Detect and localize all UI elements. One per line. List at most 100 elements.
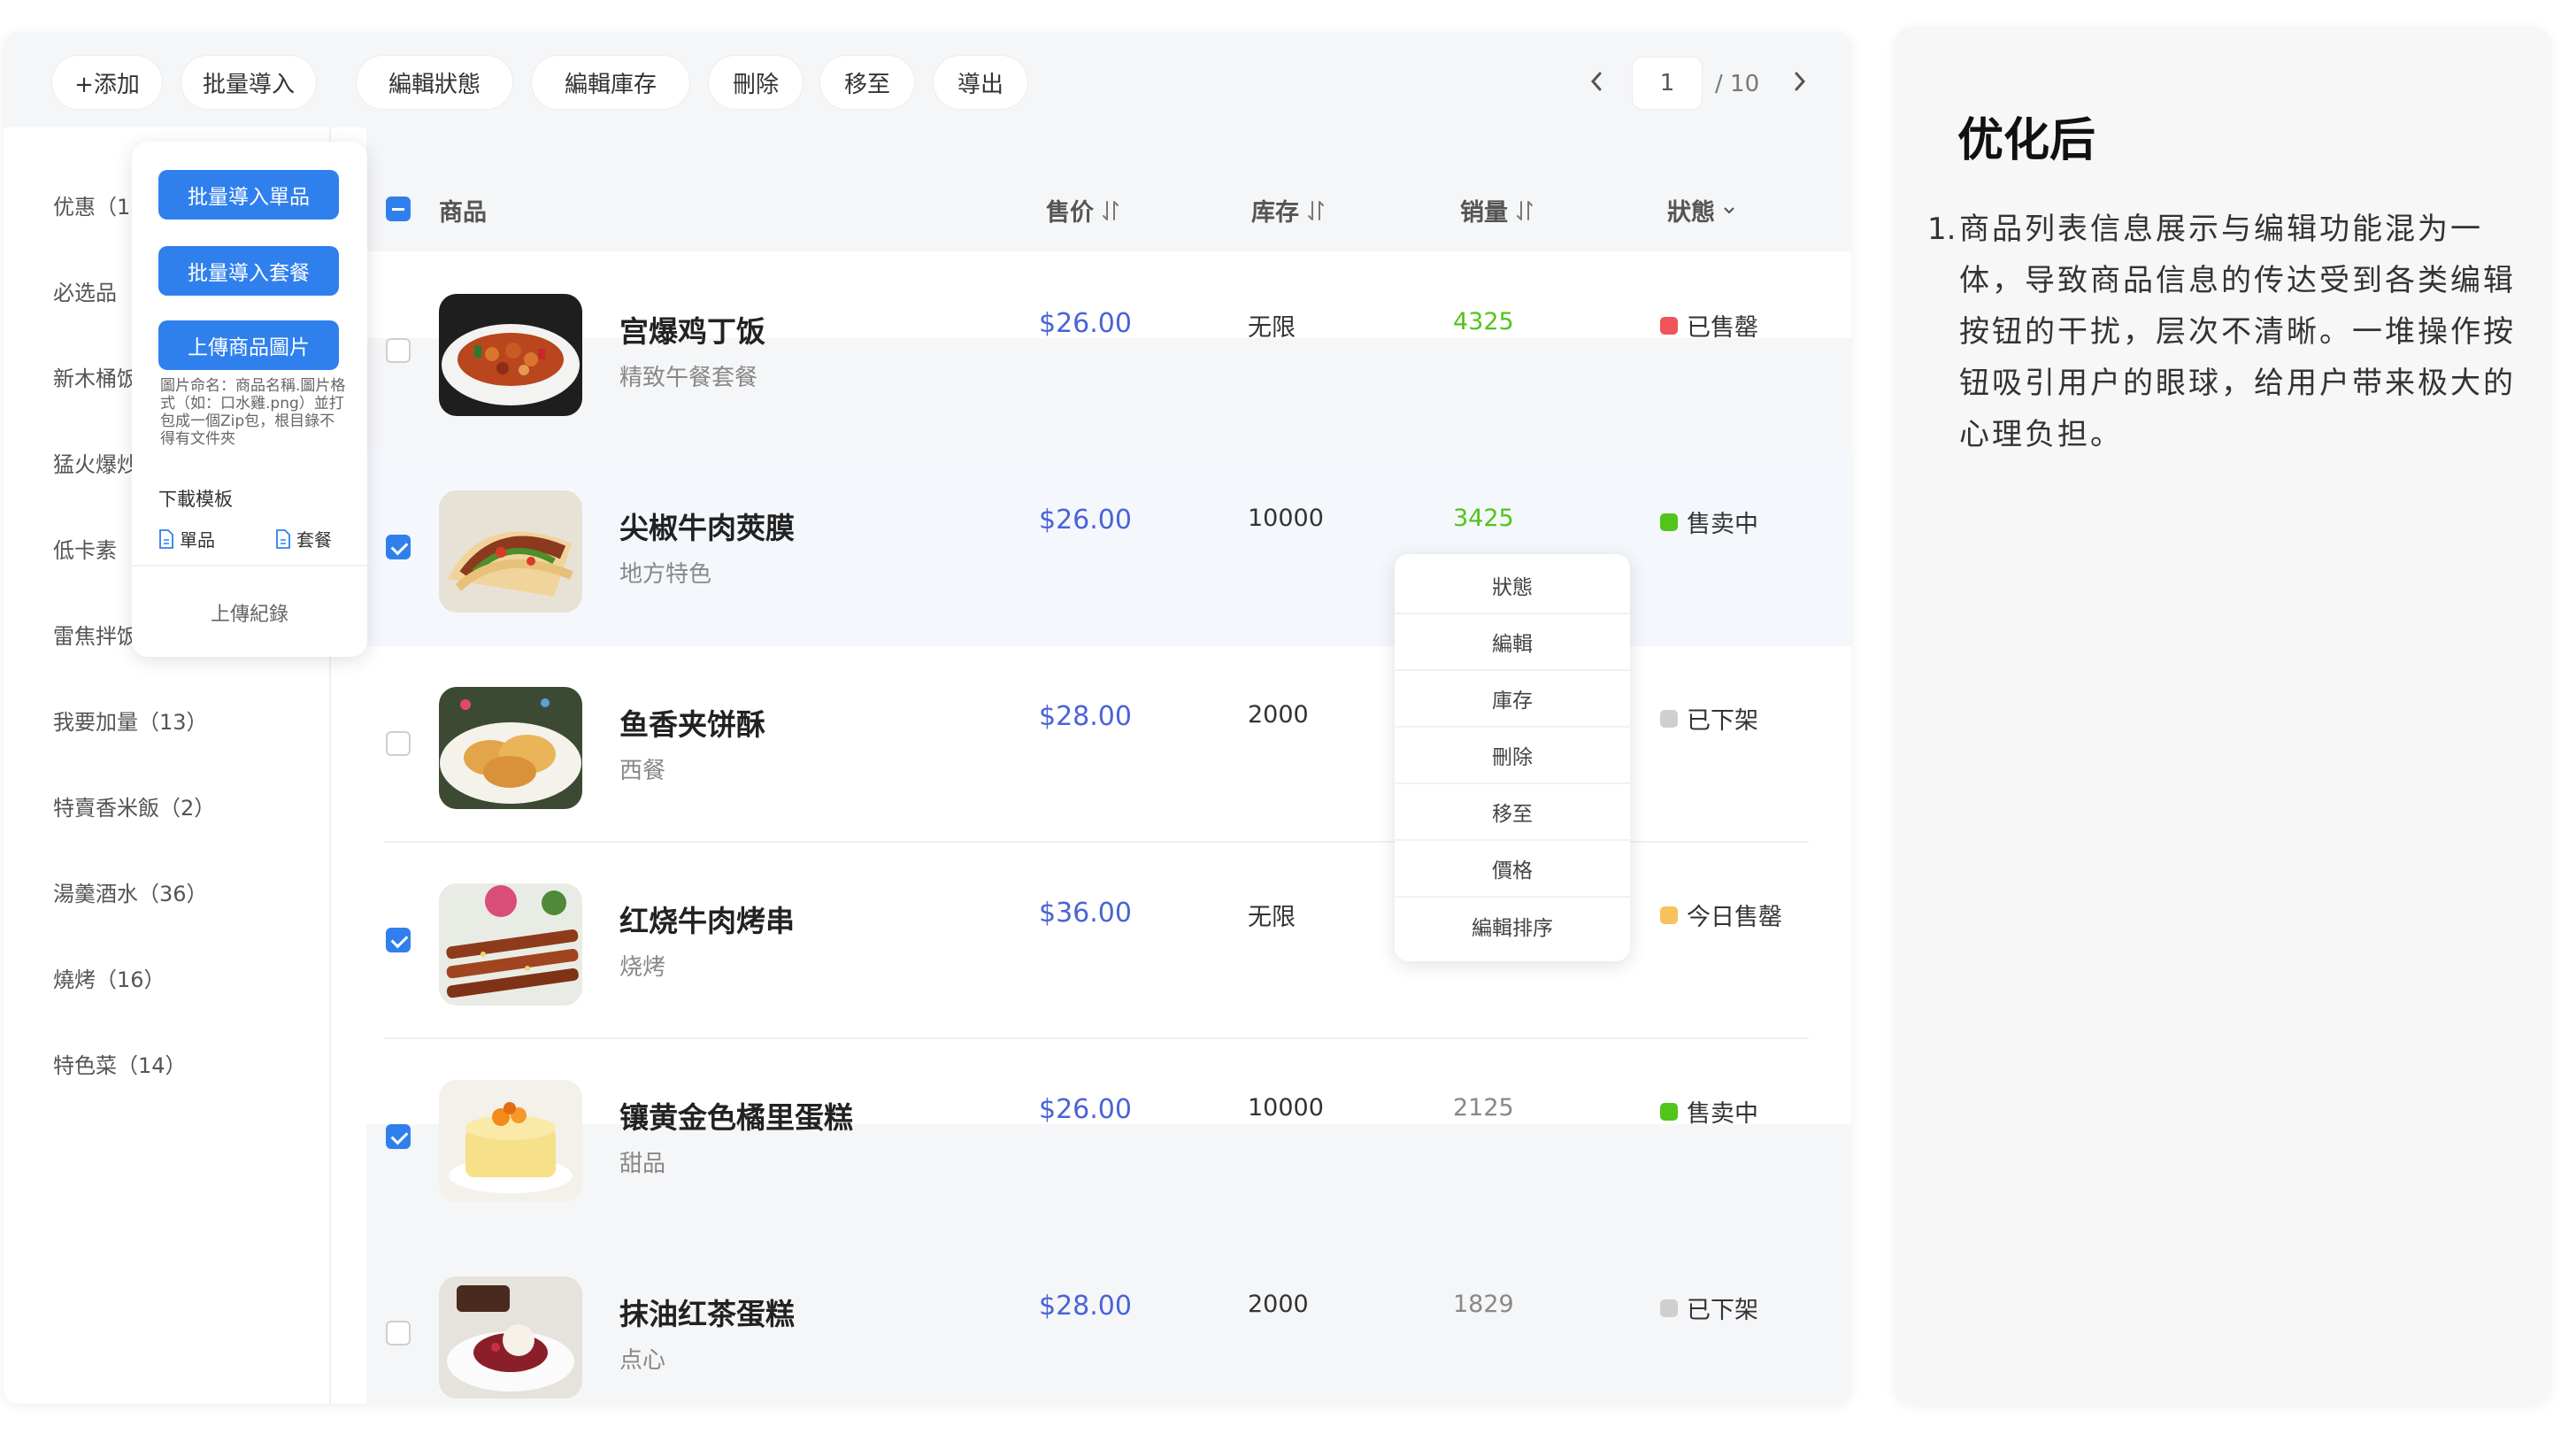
- menu-item-move[interactable]: 移至: [1395, 784, 1630, 841]
- note-number: 1.: [1927, 212, 1957, 247]
- row-checkbox[interactable]: [386, 535, 411, 559]
- file-label: 單品: [180, 529, 215, 551]
- product-image: [439, 490, 582, 613]
- category-item[interactable]: 燒烤（16）: [53, 962, 165, 993]
- note-title: 优化后: [1957, 114, 2096, 167]
- row-checkbox[interactable]: [386, 1321, 411, 1345]
- select-all-checkbox[interactable]: [386, 197, 411, 221]
- add-button[interactable]: +添加: [51, 55, 163, 110]
- menu-item-status[interactable]: 狀態: [1395, 558, 1630, 614]
- category-item[interactable]: 湯羹酒水（36）: [53, 876, 208, 907]
- product-name: 镶黄金色橘里蛋糕: [619, 1100, 853, 1135]
- prev-page-button[interactable]: [1579, 64, 1614, 99]
- chevron-right-icon: [1795, 72, 1806, 91]
- status-badge: 已售罄: [1660, 308, 1758, 343]
- category-item[interactable]: 特賣香米飯（2）: [53, 790, 215, 821]
- product-stock: 2000: [1248, 1291, 1309, 1318]
- column-price[interactable]: 售价: [1046, 193, 1120, 227]
- column-product: 商品: [439, 199, 487, 227]
- row-action-menu: 狀態 編輯 庫存 刪除 移至 價格 編輯排序: [1395, 554, 1630, 961]
- note-text: 商品列表信息展示与编辑功能混为一体，导致商品信息的传达受到各类编辑按钮的干扰，层…: [1959, 212, 2516, 452]
- table-row[interactable]: 宫爆鸡丁饭 精致午餐套餐 $26.00 无限 4325 已售罄: [366, 253, 1851, 450]
- product-name: 鱼香夹饼酥: [619, 707, 765, 742]
- page-number-input[interactable]: 1: [1632, 57, 1703, 110]
- product-name: 宫爆鸡丁饭: [619, 314, 765, 349]
- product-category: 西餐: [619, 758, 666, 784]
- menu-item-sort[interactable]: 編輯排序: [1395, 898, 1630, 954]
- upload-record-link[interactable]: 上傳紀錄: [132, 598, 367, 627]
- status-badge: 今日售罄: [1660, 898, 1782, 932]
- product-image: [439, 1276, 582, 1399]
- product-category: 点心: [619, 1347, 666, 1374]
- download-single-template[interactable]: 單品: [158, 526, 215, 551]
- column-sales[interactable]: 销量: [1460, 193, 1534, 227]
- download-combo-template[interactable]: 套餐: [275, 526, 332, 551]
- product-sales: 2125: [1453, 1094, 1514, 1122]
- product-category: 烧烤: [619, 954, 666, 981]
- category-item[interactable]: 特色菜（14）: [53, 1048, 187, 1079]
- divider: [132, 565, 367, 567]
- product-sales: 4325: [1453, 308, 1514, 335]
- product-category: 甜品: [619, 1151, 666, 1177]
- import-single-button[interactable]: 批量導入單品: [158, 170, 339, 220]
- template-label: 下載模板: [158, 489, 233, 510]
- column-stock[interactable]: 库存: [1251, 193, 1326, 227]
- upload-image-button[interactable]: 上傳商品圖片: [158, 320, 339, 370]
- product-name: 红烧牛肉烤串: [619, 904, 795, 938]
- row-checkbox[interactable]: [386, 928, 411, 952]
- status-dot: [1660, 316, 1678, 335]
- menu-item-edit[interactable]: 編輯: [1395, 614, 1630, 671]
- toolbar: +添加 批量導入 編輯狀態 編輯庫存 刪除 移至 導出 1 / 10: [4, 32, 1851, 127]
- status-dot: [1660, 709, 1678, 728]
- status-dot: [1660, 906, 1678, 924]
- table-row[interactable]: 抹油红茶蛋糕 点心 $28.00 2000 1829 已下架: [366, 1236, 1851, 1404]
- category-item[interactable]: 优惠（1: [53, 189, 130, 220]
- next-page-button[interactable]: [1782, 64, 1818, 99]
- row-checkbox[interactable]: [386, 338, 411, 363]
- category-item[interactable]: 低卡素: [53, 533, 117, 564]
- table-row[interactable]: 镶黄金色橘里蛋糕 甜品 $26.00 10000 2125 售卖中: [366, 1039, 1851, 1236]
- chevron-left-icon: [1590, 72, 1602, 91]
- product-stock: 10000: [1248, 1094, 1324, 1122]
- product-name: 尖椒牛肉莢膜: [619, 511, 795, 545]
- status-badge: 已下架: [1660, 701, 1758, 736]
- product-price: $28.00: [1039, 1291, 1132, 1322]
- product-price: $26.00: [1039, 1094, 1132, 1125]
- menu-item-stock[interactable]: 庫存: [1395, 671, 1630, 728]
- product-stock: 10000: [1248, 505, 1324, 532]
- category-item[interactable]: 新木桶饭: [53, 361, 138, 392]
- edit-status-button[interactable]: 編輯狀態: [356, 55, 513, 110]
- product-category: 地方特色: [619, 561, 712, 588]
- product-image: [439, 883, 582, 1006]
- status-dot: [1660, 1299, 1678, 1317]
- edit-stock-button[interactable]: 編輯庫存: [531, 55, 690, 110]
- status-badge: 售卖中: [1660, 505, 1758, 539]
- product-sales: 3425: [1453, 505, 1514, 532]
- status-dot: [1660, 1102, 1678, 1121]
- product-image: [439, 294, 582, 416]
- delete-button[interactable]: 刪除: [708, 55, 804, 110]
- row-checkbox[interactable]: [386, 1124, 411, 1149]
- page-total: / 10: [1715, 71, 1760, 97]
- product-price: $26.00: [1039, 505, 1132, 536]
- status-badge: 已下架: [1660, 1291, 1758, 1325]
- category-item[interactable]: 雷焦拌饭: [53, 619, 138, 650]
- row-checkbox[interactable]: [386, 731, 411, 756]
- product-category: 精致午餐套餐: [619, 365, 758, 391]
- batch-import-button[interactable]: 批量導入: [181, 55, 317, 110]
- column-status[interactable]: 狀態: [1667, 193, 1736, 227]
- export-button[interactable]: 導出: [933, 55, 1028, 110]
- menu-item-price[interactable]: 價格: [1395, 841, 1630, 898]
- upload-note: 圖片命名：商品名稱.圖片格式（如：口水雞.png）並打包成一個Zip包，根目錄不…: [160, 377, 346, 448]
- move-to-button[interactable]: 移至: [819, 55, 915, 110]
- chevron-down-icon: [1724, 206, 1734, 214]
- category-item[interactable]: 必选品: [53, 275, 117, 306]
- category-item[interactable]: 我要加量（13）: [53, 705, 208, 736]
- status-dot: [1660, 513, 1678, 531]
- product-price: $28.00: [1039, 701, 1132, 732]
- category-item[interactable]: 猛火爆炒: [53, 447, 138, 478]
- import-combo-button[interactable]: 批量導入套餐: [158, 246, 339, 296]
- table-header: 商品 售价 库存 销量 狀態: [366, 127, 1851, 251]
- sort-icon: [1103, 200, 1119, 220]
- menu-item-delete[interactable]: 刪除: [1395, 728, 1630, 784]
